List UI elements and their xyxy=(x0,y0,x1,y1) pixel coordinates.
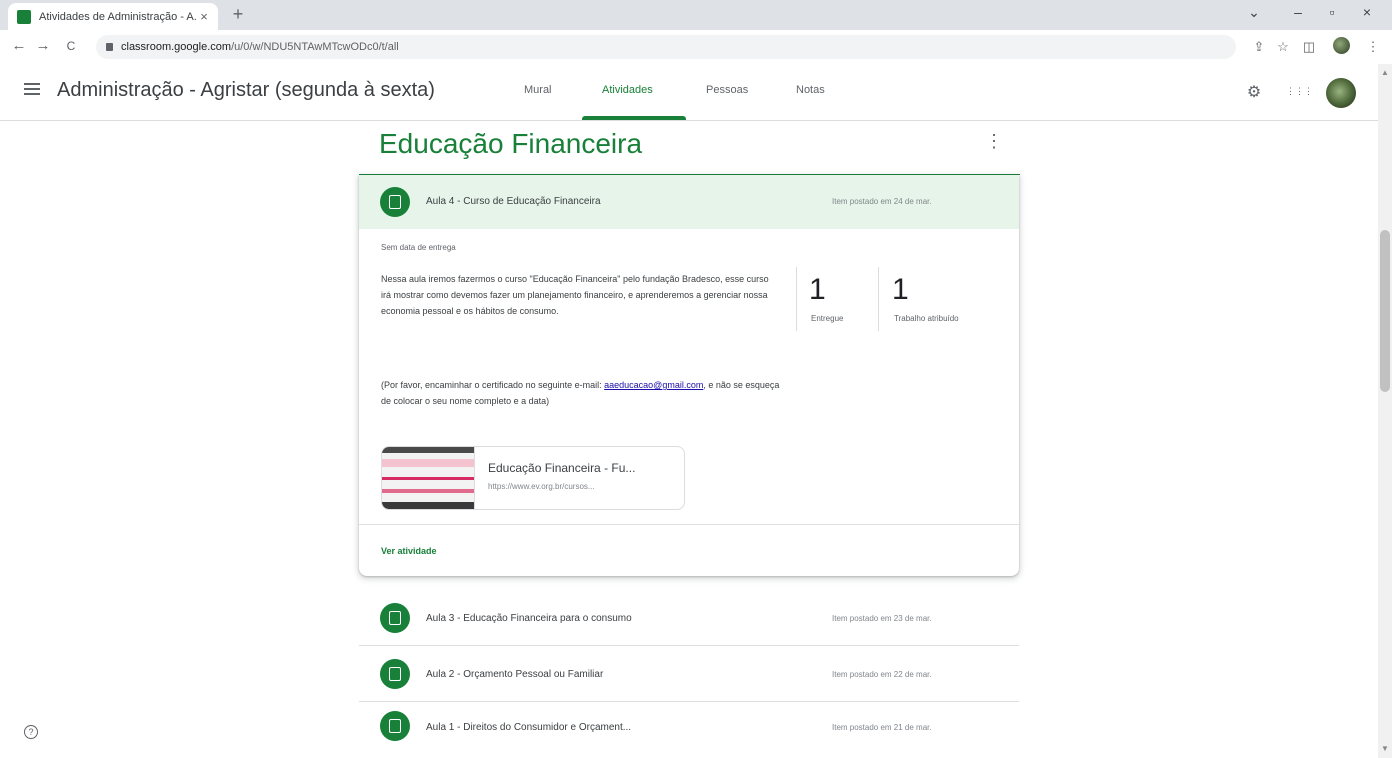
assignment-icon xyxy=(380,659,410,689)
share-icon[interactable]: ⇪ xyxy=(1250,39,1268,55)
reload-button[interactable]: C xyxy=(62,39,80,53)
browser-tab-title: Atividades de Administração - A... xyxy=(39,10,196,23)
minimize-button[interactable]: – xyxy=(1286,4,1310,20)
attachment-thumbnail xyxy=(382,447,475,509)
class-title[interactable]: Administração - Agristar (segunda à sext… xyxy=(57,79,435,102)
avatar[interactable] xyxy=(1326,78,1356,108)
scroll-thumb[interactable] xyxy=(1380,230,1390,392)
assignment-icon xyxy=(380,711,410,741)
assigned-count[interactable]: 1 xyxy=(892,273,909,307)
tab-mural[interactable]: Mural xyxy=(524,84,552,96)
topic-title: Educação Financeira xyxy=(379,128,643,159)
url-host: classroom.google.com xyxy=(121,41,232,53)
stat-divider xyxy=(796,267,797,331)
item-title: Aula 3 - Educação Financeira para o cons… xyxy=(426,613,632,624)
expanded-assignment-card: Aula 4 - Curso de Educação Financeira It… xyxy=(359,175,1019,576)
item-date: Item postado em 23 de mar. xyxy=(832,614,932,623)
classroom-header: Administração - Agristar (segunda à sext… xyxy=(0,64,1392,121)
tab-atividades[interactable]: Atividades xyxy=(602,84,653,96)
item-date: Item postado em 22 de mar. xyxy=(832,670,932,679)
view-assignment-link[interactable]: Ver atividade xyxy=(381,546,437,556)
assignment-icon xyxy=(380,187,410,217)
lock-icon xyxy=(106,43,113,51)
side-panel-icon[interactable]: ◫ xyxy=(1300,39,1318,55)
new-tab-button[interactable]: + xyxy=(228,4,248,25)
assignment-instructions: (Por favor, encaminhar o certificado no … xyxy=(381,377,786,409)
row-divider xyxy=(359,645,1019,646)
browser-tab-strip: Atividades de Administração - A... × + ⌄… xyxy=(0,0,1392,30)
bookmark-star-icon[interactable]: ☆ xyxy=(1274,39,1292,55)
stat-divider-2 xyxy=(878,267,879,331)
list-item[interactable]: Aula 2 - Orçamento Pessoal ou Familiar I… xyxy=(359,653,1019,693)
forward-button[interactable]: → xyxy=(34,37,52,54)
instructions-prefix: (Por favor, encaminhar o certificado no … xyxy=(381,380,602,390)
row-divider xyxy=(359,701,1019,702)
due-date: Sem data de entrega xyxy=(381,243,456,252)
list-item[interactable]: Aula 3 - Educação Financeira para o cons… xyxy=(359,597,1019,637)
tab-notas[interactable]: Notas xyxy=(796,84,825,96)
email-link[interactable]: aaeducacao@gmail.com xyxy=(604,380,703,390)
turned-in-count[interactable]: 1 xyxy=(809,273,826,307)
attachment-url: https://www.ev.org.br/cursos... xyxy=(488,482,595,491)
assignment-date: Item postado em 24 de mar. xyxy=(832,197,932,206)
hamburger-menu-icon[interactable] xyxy=(24,83,40,95)
browser-menu-icon[interactable]: ⋮ xyxy=(1364,39,1382,55)
scroll-down-icon[interactable]: ▼ xyxy=(1381,744,1389,753)
link-attachment[interactable]: Educação Financeira - Fu... https://www.… xyxy=(381,446,685,510)
assignment-icon xyxy=(380,603,410,633)
apps-grid-icon[interactable]: ⋮⋮⋮ xyxy=(1286,86,1313,97)
close-window-button[interactable]: × xyxy=(1355,4,1379,20)
list-item[interactable]: Aula 1 - Direitos do Consumidor e Orçame… xyxy=(359,708,1019,748)
address-bar[interactable]: classroom.google.com/u/0/w/NDU5NTAwMTcwO… xyxy=(96,35,1236,59)
turned-in-label: Entregue xyxy=(811,314,844,323)
tab-search-icon[interactable]: ⌄ xyxy=(1242,4,1266,21)
page-scrollbar[interactable]: ▲ ▼ xyxy=(1378,64,1392,758)
close-tab-icon[interactable]: × xyxy=(196,9,212,24)
classroom-favicon-icon xyxy=(17,9,31,24)
item-title: Aula 2 - Orçamento Pessoal ou Familiar xyxy=(426,669,604,680)
assignment-title: Aula 4 - Curso de Educação Financeira xyxy=(426,196,601,207)
assignment-description: Nessa aula iremos fazermos o curso "Educ… xyxy=(381,274,769,316)
scroll-up-icon[interactable]: ▲ xyxy=(1381,68,1389,77)
back-button[interactable]: ← xyxy=(10,37,28,54)
url-text: classroom.google.com/u/0/w/NDU5NTAwMTcwO… xyxy=(121,41,399,53)
attachment-title: Educação Financeira - Fu... xyxy=(488,461,636,475)
assigned-label: Trabalho atribuído xyxy=(894,314,959,323)
tab-pessoas[interactable]: Pessoas xyxy=(706,84,748,96)
active-tab-indicator xyxy=(582,116,686,120)
browser-profile-avatar[interactable] xyxy=(1333,37,1350,54)
topic-more-options-icon[interactable]: ⋮ xyxy=(985,132,1003,150)
assignment-header[interactable]: Aula 4 - Curso de Educação Financeira It… xyxy=(359,175,1019,229)
browser-toolbar: ← → C classroom.google.com/u/0/w/NDU5NTA… xyxy=(0,30,1392,65)
maximize-button[interactable]: ▫ xyxy=(1320,4,1344,20)
browser-tab[interactable]: Atividades de Administração - A... × xyxy=(8,3,218,30)
item-date: Item postado em 21 de mar. xyxy=(832,723,932,732)
item-title: Aula 1 - Direitos do Consumidor e Orçame… xyxy=(426,722,632,733)
help-icon[interactable]: ? xyxy=(24,725,38,739)
card-divider xyxy=(359,524,1019,525)
settings-icon[interactable]: ⚙ xyxy=(1244,82,1264,102)
url-path: /u/0/w/NDU5NTAwMTcwODc0/t/all xyxy=(231,41,399,53)
